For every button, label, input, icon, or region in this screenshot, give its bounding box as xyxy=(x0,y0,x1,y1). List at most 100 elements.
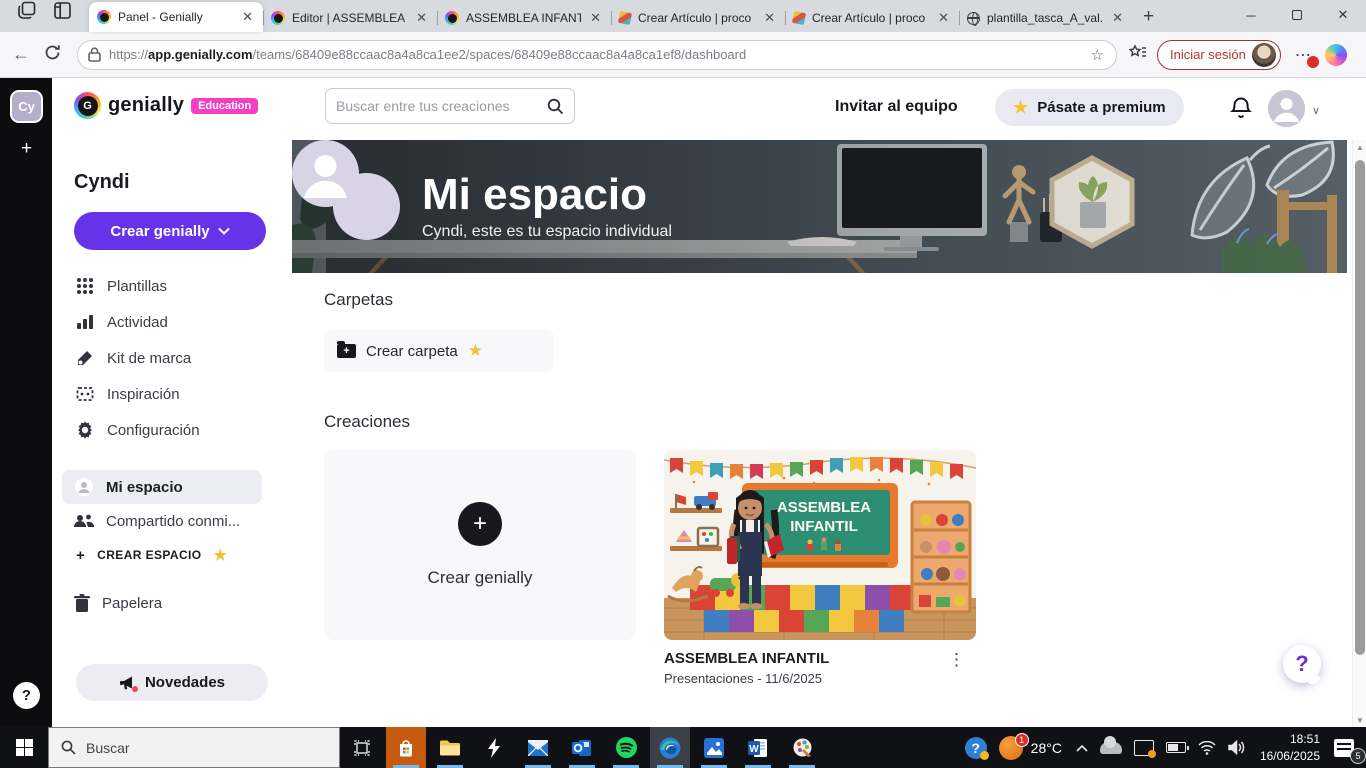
help-widget[interactable]: ? xyxy=(1283,645,1321,683)
copilot-icon[interactable] xyxy=(1325,44,1347,66)
creations-search[interactable] xyxy=(325,88,575,124)
taskbar-edge-button[interactable] xyxy=(650,727,690,768)
taskbar-search-input[interactable] xyxy=(86,740,286,756)
taskbar-store-button[interactable] xyxy=(386,727,426,768)
tab-crear-articulo-1[interactable]: Crear Artículo | proco ✕ xyxy=(611,4,785,32)
minimize-button[interactable]: ─ xyxy=(1228,0,1274,30)
search-icon xyxy=(547,98,564,115)
premium-button[interactable]: ★ Pásate a premium xyxy=(995,89,1184,126)
profile-avatar xyxy=(1252,43,1276,67)
sidebar-item-actividad[interactable]: Actividad xyxy=(74,304,292,340)
lock-icon xyxy=(88,47,101,62)
tab-close-icon[interactable]: ✕ xyxy=(588,10,603,26)
back-icon[interactable]: ← xyxy=(0,44,42,65)
screen: Panel - Genially ✕ Editor | ASSEMBLEA IN… xyxy=(0,0,1366,768)
battery-tray-button[interactable] xyxy=(1160,727,1192,768)
education-badge: Education xyxy=(191,98,258,114)
sidebar-item-papelera[interactable]: Papelera xyxy=(62,586,262,620)
tab-close-icon[interactable]: ✕ xyxy=(1110,10,1125,26)
tab-assemblea[interactable]: ASSEMBLEA INFANTIL ✕ xyxy=(437,4,611,32)
rail-help-icon[interactable]: ? xyxy=(13,682,40,709)
create-folder-button[interactable]: Crear carpeta ★ xyxy=(324,330,554,372)
taskbar-mail-button[interactable] xyxy=(518,727,558,768)
tab-crear-articulo-2[interactable]: Crear Artículo | proco ✕ xyxy=(785,4,959,32)
tab-close-icon[interactable]: ✕ xyxy=(936,10,951,26)
task-view-button[interactable] xyxy=(342,727,382,768)
genially-logo-icon[interactable] xyxy=(74,92,101,119)
close-button[interactable]: ✕ xyxy=(1320,0,1366,30)
sidebar-item-mi-espacio[interactable]: Mi espacio xyxy=(62,470,262,504)
tray-help-button[interactable]: ? xyxy=(959,727,993,768)
favorites-bar-icon[interactable] xyxy=(1129,44,1147,65)
taskbar-spotify-button[interactable] xyxy=(606,727,646,768)
tab-close-icon[interactable]: ✕ xyxy=(414,10,429,26)
taskbar-word-button[interactable]: W xyxy=(738,727,778,768)
refresh-icon[interactable] xyxy=(44,44,61,66)
temperature-label[interactable]: 28°C xyxy=(1029,727,1070,768)
add-workspace-button[interactable]: + xyxy=(10,136,43,162)
cloud-icon xyxy=(1100,742,1122,754)
cast-tray-button[interactable] xyxy=(1128,727,1160,768)
scrollbar-thumb[interactable] xyxy=(1355,160,1365,655)
search-input[interactable] xyxy=(336,98,547,114)
sidebar-item-compartido[interactable]: Compartido conmi... xyxy=(62,504,262,538)
new-tab-button[interactable]: + xyxy=(1133,6,1168,32)
sidebar-item-label: Kit de marca xyxy=(107,350,191,367)
creation-thumbnail[interactable]: ASSEMBLEA INFANTIL xyxy=(664,450,976,640)
favorite-star-icon[interactable]: ☆ xyxy=(1089,46,1106,64)
url-bar[interactable]: https://app.genially.com/teams/68409e88c… xyxy=(77,40,1117,70)
person-circle-icon xyxy=(74,477,94,497)
help-icon: ? xyxy=(965,737,987,759)
create-genially-card[interactable]: + Crear genially xyxy=(324,450,636,640)
cube-favicon-icon xyxy=(618,11,632,25)
sidebar-item-kit-de-marca[interactable]: Kit de marca xyxy=(74,340,292,376)
space-avatar[interactable] xyxy=(333,173,400,240)
volume-tray-button[interactable] xyxy=(1222,727,1252,768)
taskbar-search[interactable] xyxy=(48,727,340,768)
create-space-button[interactable]: + CREAR ESPACIO ★ xyxy=(62,538,262,572)
tab-close-icon[interactable]: ✕ xyxy=(762,10,777,26)
invite-team-button[interactable]: Invitar al equipo xyxy=(835,98,958,116)
battery-icon xyxy=(1166,742,1186,753)
creation-menu-icon[interactable]: ⋮ xyxy=(948,650,966,670)
tray-expand-button[interactable] xyxy=(1070,727,1094,768)
tab-editor[interactable]: Editor | ASSEMBLEA IN ✕ xyxy=(263,4,437,32)
scroll-down-icon[interactable]: ▼ xyxy=(1353,713,1366,727)
scroll-up-icon[interactable]: ▲ xyxy=(1353,140,1366,154)
avatar-chevron-icon[interactable]: ∨ xyxy=(1312,104,1320,117)
create-genially-button[interactable]: Crear genially xyxy=(74,212,266,250)
tray-weather-button[interactable]: 1 xyxy=(993,727,1029,768)
mail-icon xyxy=(528,740,548,756)
taskbar-explorer-button[interactable] xyxy=(430,727,470,768)
taskbar-outlook-button[interactable] xyxy=(562,727,602,768)
premium-star-icon: ★ xyxy=(214,546,228,564)
action-center-button[interactable]: 5 xyxy=(1328,727,1366,768)
banner-overlay: Mi espacio Cyndi, este es tu espacio ind… xyxy=(292,140,1347,273)
vertical-tabs-icon[interactable] xyxy=(54,2,71,24)
sidebar-item-configuracion[interactable]: Configuración xyxy=(74,412,292,448)
clock[interactable]: 18:51 16/06/2025 xyxy=(1252,731,1328,763)
news-button[interactable]: Novedades xyxy=(76,664,268,701)
page-scrollbar[interactable]: ▲ ▼ xyxy=(1352,140,1366,727)
browser-tabstrip: Panel - Genially ✕ Editor | ASSEMBLEA IN… xyxy=(0,0,1366,32)
taskbar-paint-button[interactable] xyxy=(782,727,822,768)
tab-close-icon[interactable]: ✕ xyxy=(240,9,255,25)
taskbar-photos-button[interactable] xyxy=(694,727,734,768)
tab-plantilla[interactable]: plantilla_tasca_A_val.d ✕ xyxy=(959,4,1133,32)
notifications-bell-icon[interactable] xyxy=(1230,96,1252,125)
user-avatar[interactable] xyxy=(1268,90,1305,127)
taskbar-lightning-button[interactable] xyxy=(474,727,514,768)
sidebar-item-plantillas[interactable]: Plantillas xyxy=(74,268,292,304)
tab-panel-genially[interactable]: Panel - Genially ✕ xyxy=(89,2,263,32)
wifi-tray-button[interactable] xyxy=(1192,727,1222,768)
maximize-button[interactable] xyxy=(1274,0,1320,30)
start-button[interactable] xyxy=(0,727,48,768)
workspace-avatar[interactable]: Cy xyxy=(10,90,43,123)
onedrive-tray-button[interactable] xyxy=(1094,727,1128,768)
browser-menu-icon[interactable]: ⋯ xyxy=(1291,45,1315,65)
workspaces-icon[interactable] xyxy=(18,1,36,24)
sidebar-item-inspiracion[interactable]: Inspiración xyxy=(74,376,292,412)
genially-favicon-icon xyxy=(97,10,111,24)
assemblea-thumbnail-art: ASSEMBLEA INFANTIL xyxy=(664,450,976,640)
sign-in-button[interactable]: Iniciar sesión xyxy=(1157,40,1281,70)
